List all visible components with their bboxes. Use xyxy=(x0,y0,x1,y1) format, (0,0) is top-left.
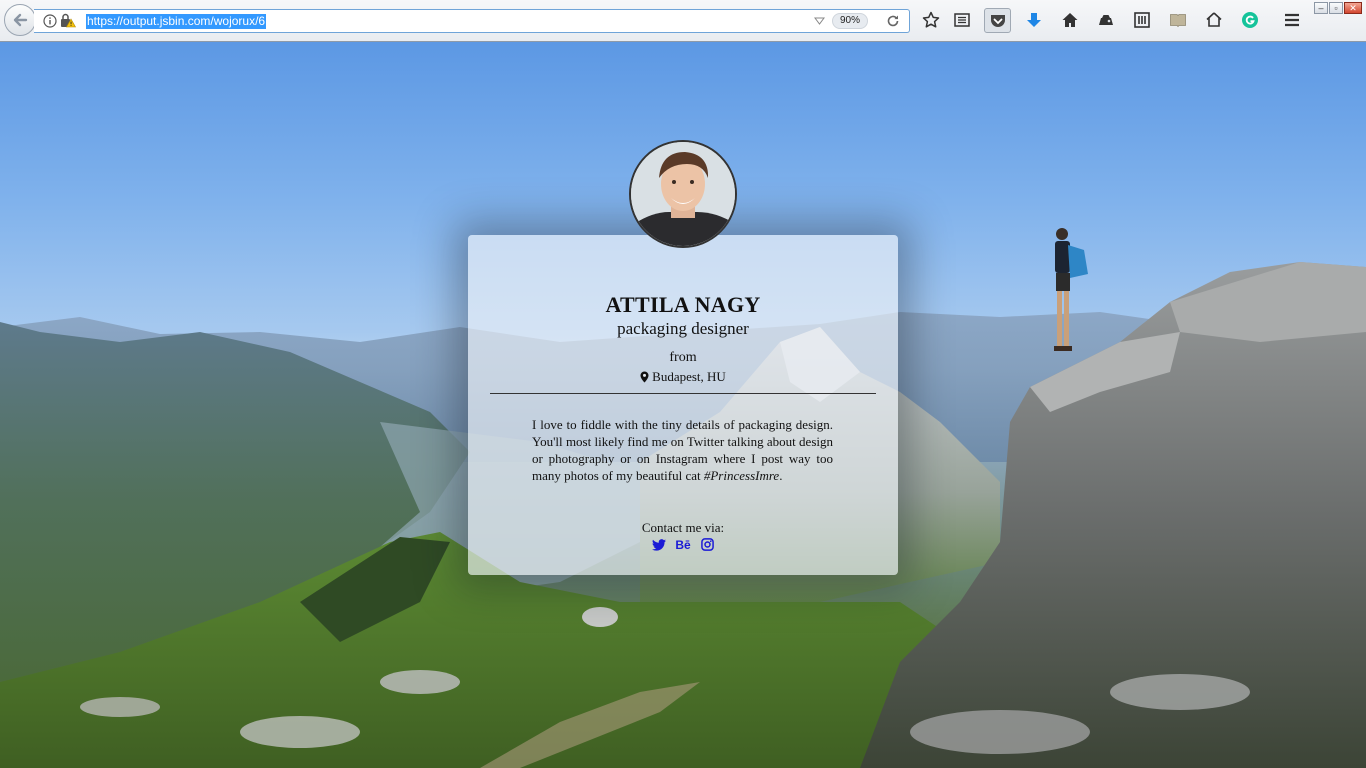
pocket-icon xyxy=(991,15,1005,27)
info-icon[interactable] xyxy=(43,14,57,28)
bio-end: . xyxy=(779,468,783,483)
window-controls: – ▫ ✕ xyxy=(1314,2,1362,14)
behance-icon: Bē xyxy=(675,537,691,552)
from-label: from xyxy=(669,350,697,365)
insecure-lock-icon[interactable] xyxy=(60,13,76,29)
home-icon[interactable] xyxy=(1061,11,1079,29)
bio-hashtag: #PrincessImre xyxy=(703,468,780,483)
profile-location: Budapest, HU xyxy=(468,369,898,385)
instagram-link[interactable] xyxy=(700,537,715,552)
close-window-button[interactable]: ✕ xyxy=(1344,2,1362,14)
back-button[interactable] xyxy=(4,4,36,36)
avatar xyxy=(629,140,737,248)
download-icon[interactable] xyxy=(1025,11,1043,29)
map-marker-icon xyxy=(640,371,649,383)
location-text: Budapest, HU xyxy=(652,369,726,384)
reader-list-icon[interactable] xyxy=(953,11,971,29)
pocket-button[interactable] xyxy=(984,8,1011,33)
profile-bio: I love to fiddle with the tiny details o… xyxy=(532,416,833,484)
reading-mode-icon[interactable] xyxy=(1169,11,1187,29)
twitter-link[interactable] xyxy=(651,537,666,552)
social-links: Bē xyxy=(468,537,898,552)
url-bar[interactable]: https://output.jsbin.com/wojorux/6 90% xyxy=(34,9,910,33)
profile-name: ATTILA NAGY xyxy=(605,292,761,317)
card-divider xyxy=(490,393,876,394)
dropmarker-icon[interactable] xyxy=(814,16,825,26)
behance-link[interactable]: Bē xyxy=(675,537,690,552)
bookmark-star-icon[interactable] xyxy=(922,11,940,29)
bio-text: I love to fiddle with the tiny details o… xyxy=(532,417,833,483)
profile-card: ATTILA NAGY packaging designer from Buda… xyxy=(468,235,898,575)
url-text[interactable]: https://output.jsbin.com/wojorux/6 xyxy=(86,14,267,29)
restore-button[interactable]: ▫ xyxy=(1329,2,1343,14)
grammarly-icon[interactable] xyxy=(1241,11,1259,29)
reload-icon[interactable] xyxy=(886,14,900,28)
browser-toolbar: https://output.jsbin.com/wojorux/6 90% –… xyxy=(0,0,1366,42)
back-arrow-icon xyxy=(13,13,28,27)
zoom-indicator[interactable]: 90% xyxy=(832,13,868,29)
synced-tabs-icon[interactable] xyxy=(1097,11,1115,29)
twitter-icon xyxy=(651,538,666,551)
library-icon[interactable] xyxy=(1133,11,1151,29)
profile-photo xyxy=(631,142,735,246)
minimize-button[interactable]: – xyxy=(1314,2,1328,14)
hamburger-menu-icon[interactable] xyxy=(1283,11,1301,29)
contact-label: Contact me via: xyxy=(641,520,725,535)
home-outline-icon[interactable] xyxy=(1205,11,1223,29)
profile-job-title: packaging designer xyxy=(617,319,749,338)
instagram-icon xyxy=(700,538,714,551)
